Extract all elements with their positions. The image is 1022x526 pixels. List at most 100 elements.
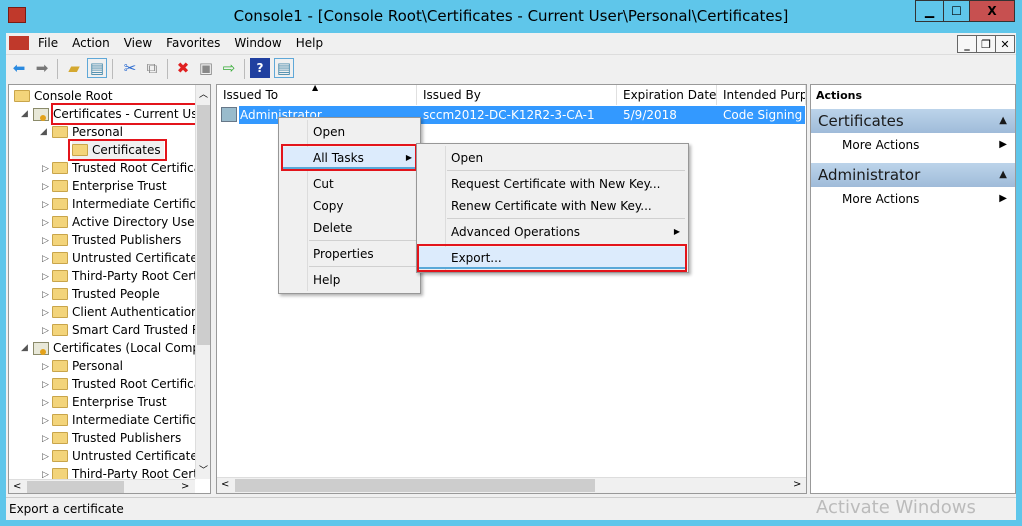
child-close-button[interactable]: ✕ <box>995 35 1015 53</box>
scroll-right-icon[interactable]: > <box>793 479 801 490</box>
submenu-item-renew-new-key[interactable]: Renew Certificate with New Key... <box>419 195 686 217</box>
expand-icon[interactable]: ▷ <box>42 308 49 318</box>
cell-issued-by: sccm2012-DC-K12R2-3-CA-1 <box>423 108 595 122</box>
tree-horizontal-scrollbar[interactable]: < > <box>9 479 195 493</box>
menu-help[interactable]: Help <box>289 36 330 50</box>
tree-item[interactable]: Enterprise Trust <box>52 393 167 411</box>
delete-icon[interactable]: ✖ <box>173 58 193 78</box>
close-button[interactable]: X <box>969 0 1015 22</box>
menu-item-help[interactable]: Help <box>281 269 418 291</box>
column-intended-purposes[interactable]: Intended Purpo <box>717 85 806 105</box>
cut-icon[interactable]: ✂ <box>120 58 140 78</box>
scroll-left-icon[interactable]: < <box>221 479 229 490</box>
tree-vertical-scrollbar[interactable]: ︿ ﹀ <box>195 85 210 479</box>
tree-item[interactable]: Intermediate Certificati <box>52 195 210 213</box>
up-folder-icon[interactable]: ▰ <box>64 58 84 78</box>
tree-item[interactable]: Trusted Publishers <box>52 231 181 249</box>
action-more-actions[interactable]: More Actions ▶ <box>811 188 1015 210</box>
menu-view[interactable]: View <box>117 36 159 50</box>
collapse-icon[interactable]: ◢ <box>40 127 47 137</box>
submenu-item-advanced-operations[interactable]: Advanced Operations ▶ <box>419 221 686 243</box>
menu-item-open[interactable]: Open <box>281 121 418 143</box>
forward-arrow-icon[interactable]: ➡ <box>32 58 52 78</box>
collapse-icon[interactable]: ◢ <box>21 343 28 353</box>
collapse-up-icon[interactable]: ▲ <box>999 109 1007 133</box>
child-window-icon[interactable] <box>9 36 29 50</box>
tree-item[interactable]: Smart Card Trusted Roo <box>52 321 210 339</box>
expand-icon[interactable]: ▷ <box>42 200 49 210</box>
tree-item[interactable]: Trusted Root Certificati <box>52 159 209 177</box>
list-horizontal-scrollbar[interactable]: < > <box>217 477 806 493</box>
menu-item-properties[interactable]: Properties <box>281 243 418 265</box>
expand-icon[interactable]: ▷ <box>42 218 49 228</box>
expand-icon[interactable]: ▷ <box>42 362 49 372</box>
expand-icon[interactable]: ▷ <box>42 380 49 390</box>
expand-icon[interactable]: ▷ <box>42 164 49 174</box>
folder-icon <box>52 378 68 390</box>
expand-icon[interactable]: ▷ <box>42 452 49 462</box>
tree-item[interactable]: Trusted People <box>52 285 160 303</box>
scroll-left-icon[interactable]: < <box>13 481 21 492</box>
column-expiration-date[interactable]: Expiration Date <box>617 85 717 105</box>
tree-item[interactable]: Active Directory User O <box>52 213 210 231</box>
folder-icon <box>52 396 68 408</box>
menu-action[interactable]: Action <box>65 36 117 50</box>
action-group-certificates[interactable]: Certificates ▲ <box>811 109 1015 133</box>
expand-icon[interactable]: ▷ <box>42 254 49 264</box>
tree-item[interactable]: Untrusted Certificates <box>52 249 204 267</box>
copy-icon[interactable]: ⧉ <box>142 58 162 78</box>
help-icon[interactable]: ? <box>250 58 270 78</box>
back-arrow-icon[interactable]: ⬅ <box>9 58 29 78</box>
tree-item[interactable]: Third-Party Root Certifi <box>52 267 209 285</box>
menu-window[interactable]: Window <box>227 36 288 50</box>
scroll-right-icon[interactable]: > <box>181 481 189 492</box>
collapse-up-icon[interactable]: ▲ <box>999 163 1007 187</box>
menu-item-cut[interactable]: Cut <box>281 173 418 195</box>
folder-icon <box>52 216 68 228</box>
highlight-box <box>51 103 201 125</box>
folder-icon <box>52 162 68 174</box>
column-issued-by[interactable]: Issued By <box>417 85 617 105</box>
action-group-administrator[interactable]: Administrator ▲ <box>811 163 1015 187</box>
tree-item[interactable]: Untrusted Certificates <box>52 447 204 465</box>
expand-icon[interactable]: ▷ <box>42 416 49 426</box>
tree-item[interactable]: Trusted Root Certificati <box>52 375 209 393</box>
expand-icon[interactable]: ▷ <box>42 236 49 246</box>
submenu-item-open[interactable]: Open <box>419 147 686 169</box>
menu-favorites[interactable]: Favorites <box>159 36 227 50</box>
expand-icon[interactable]: ▷ <box>42 398 49 408</box>
expand-icon[interactable]: ▷ <box>42 272 49 282</box>
menu-file[interactable]: File <box>31 36 65 50</box>
minimize-button[interactable]: ▁ <box>915 0 944 22</box>
scroll-thumb[interactable] <box>197 105 210 345</box>
action-more-actions[interactable]: More Actions ▶ <box>811 134 1015 156</box>
tree-item[interactable]: Trusted Publishers <box>52 429 181 447</box>
tree-item[interactable]: Intermediate Certificati <box>52 411 210 429</box>
maximize-button[interactable]: ☐ <box>943 0 970 22</box>
expand-icon[interactable]: ▷ <box>42 326 49 336</box>
collapse-icon[interactable]: ◢ <box>21 109 28 119</box>
scroll-thumb[interactable] <box>27 481 124 493</box>
tree-item[interactable]: Enterprise Trust <box>52 177 167 195</box>
scroll-up-icon[interactable]: ︿ <box>199 87 208 100</box>
tree-item-certificates-local-computer[interactable]: Certificates (Local Comput <box>33 339 210 357</box>
folder-icon <box>52 126 68 138</box>
tree-item[interactable]: Personal <box>52 357 123 375</box>
menu-item-delete[interactable]: Delete <box>281 217 418 239</box>
export-list-icon[interactable]: ⇨ <box>219 58 239 78</box>
menu-item-copy[interactable]: Copy <box>281 195 418 217</box>
scroll-thumb[interactable] <box>235 479 595 492</box>
expand-icon[interactable]: ▷ <box>42 182 49 192</box>
show-hide-tree-icon[interactable]: ▤ <box>87 58 107 78</box>
folder-icon <box>52 234 68 246</box>
properties-icon[interactable]: ▣ <box>196 58 216 78</box>
show-hide-action-pane-icon[interactable]: ▤ <box>274 58 294 78</box>
highlight-box <box>68 139 167 161</box>
child-restore-button[interactable]: ❐ <box>976 35 996 53</box>
expand-icon[interactable]: ▷ <box>42 290 49 300</box>
scroll-down-icon[interactable]: ﹀ <box>199 463 208 476</box>
child-minimize-button[interactable]: _ <box>957 35 977 53</box>
submenu-item-request-new-key[interactable]: Request Certificate with New Key... <box>419 173 686 195</box>
tree-item[interactable]: Client Authentication Is <box>52 303 210 321</box>
expand-icon[interactable]: ▷ <box>42 434 49 444</box>
